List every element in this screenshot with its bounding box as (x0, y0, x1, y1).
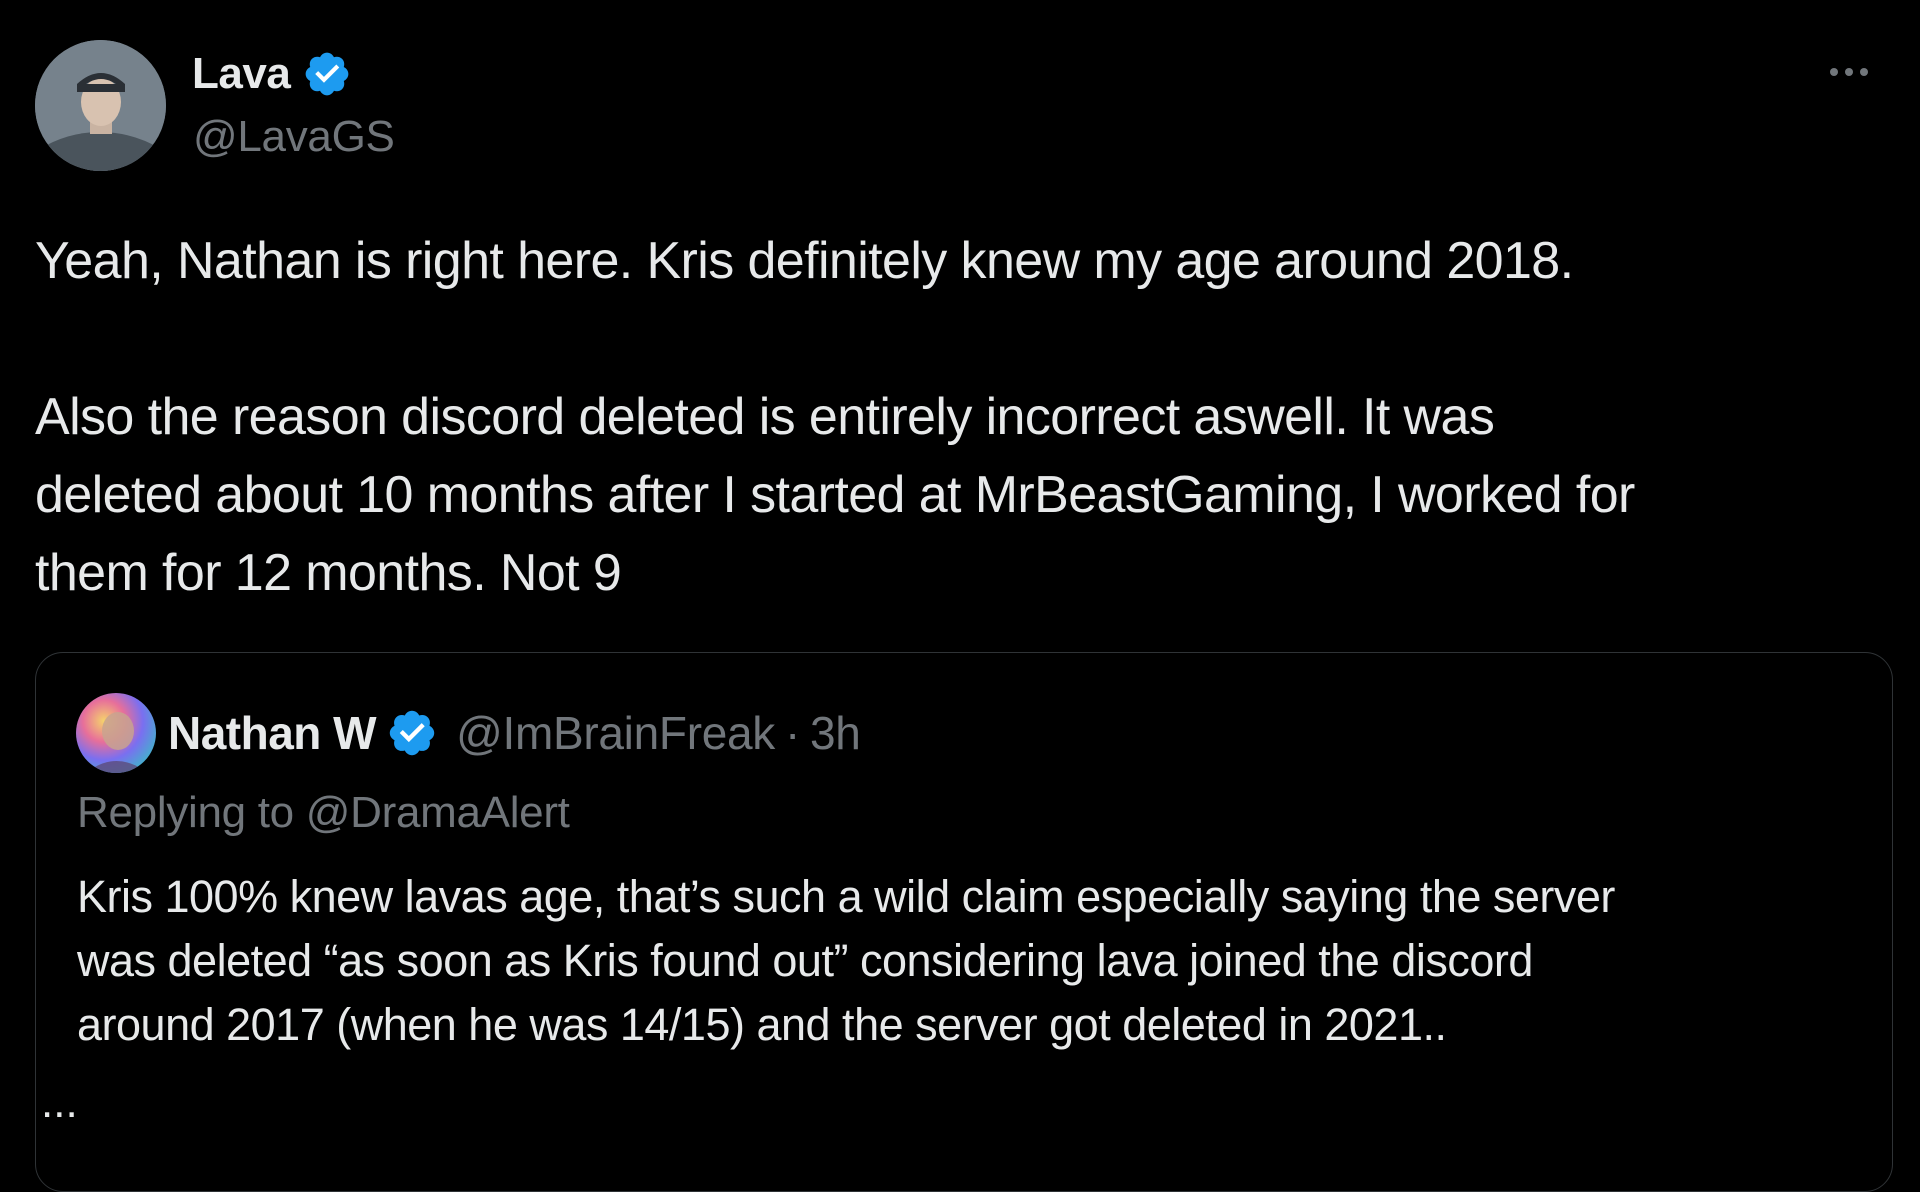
quoted-author-avatar[interactable] (76, 693, 156, 773)
quoted-tweet-text: Kris 100% knew lavas age, that’s such a … (77, 865, 1867, 1057)
verified-badge-icon[interactable] (386, 707, 438, 759)
person-avatar-icon (76, 693, 156, 773)
tweet-text-line: them for 12 months. Not 9 (35, 544, 622, 602)
more-dot (1860, 68, 1868, 76)
tweet-text-line: Also the reason discord deleted is entir… (35, 388, 1495, 446)
tweet-text-line: Yeah, Nathan is right here. Kris definit… (35, 232, 1574, 290)
tweet-text: Yeah, Nathan is right here. Kris definit… (35, 222, 1895, 612)
quoted-text-line: was deleted “as soon as Kris found out” … (77, 935, 1533, 986)
quoted-author-handle[interactable]: @ImBrainFreak (456, 706, 775, 760)
quoted-text-line: Kris 100% knew lavas age, that’s such a … (77, 871, 1615, 922)
author-name-row[interactable]: Lava (192, 46, 352, 102)
quoted-tweet-card[interactable]: Nathan W @ImBrainFreak · 3h Replying to … (35, 652, 1893, 1192)
author-name[interactable]: Lava (192, 49, 291, 99)
author-handle[interactable]: @LavaGS (193, 112, 395, 162)
quoted-author-name[interactable]: Nathan W (168, 706, 377, 760)
more-dot (1845, 68, 1853, 76)
header-separator: · (784, 707, 801, 759)
verified-badge-icon[interactable] (302, 49, 352, 99)
replying-to-label: Replying to @DramaAlert (77, 788, 570, 837)
quoted-text-line: around 2017 (when he was 14/15) and the … (77, 999, 1447, 1050)
more-horizontal-icon (1830, 68, 1838, 76)
tweet-text-line: deleted about 10 months after I started … (35, 466, 1635, 524)
quoted-tweet-header: Nathan W @ImBrainFreak · 3h (168, 703, 861, 763)
more-options-button[interactable] (1814, 52, 1884, 92)
truncation-ellipsis: ... (41, 1078, 78, 1127)
tweet: Lava @LavaGS Yeah, Nathan is right here.… (0, 0, 1920, 1192)
person-avatar-icon (35, 40, 166, 171)
quoted-tweet-timestamp[interactable]: 3h (810, 706, 861, 760)
author-avatar[interactable] (35, 40, 166, 171)
